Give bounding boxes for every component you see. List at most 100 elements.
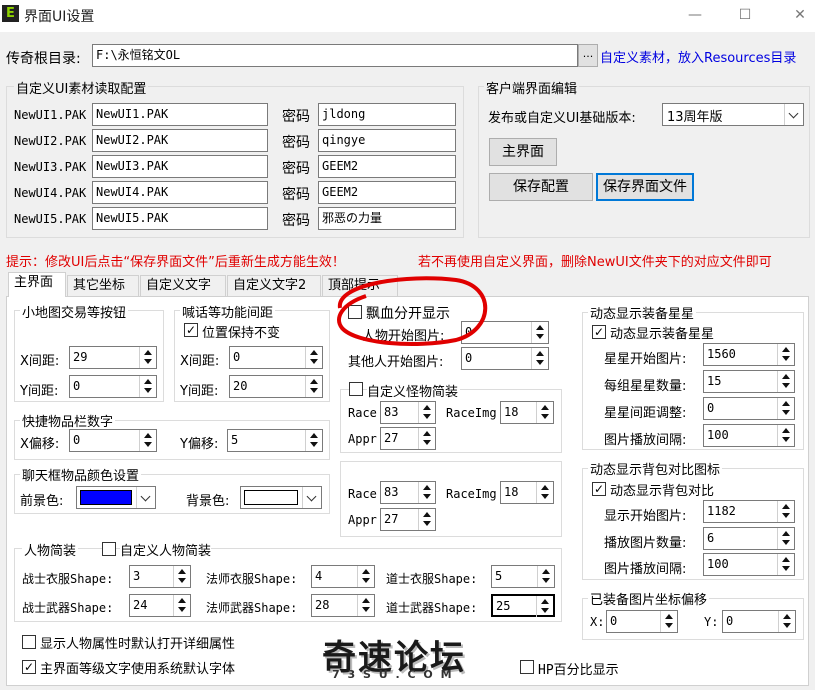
- offset-x-spinner[interactable]: 0: [606, 610, 678, 633]
- taoist-weapon-spinner[interactable]: 25: [491, 594, 555, 617]
- bg-color-select[interactable]: [240, 486, 322, 509]
- pak-file-input[interactable]: NewUI1.PAK: [92, 103, 268, 126]
- pak-password-input[interactable]: qingye: [318, 129, 456, 152]
- race-label: Race: [348, 406, 377, 420]
- spin-arrows-icon[interactable]: [777, 554, 794, 575]
- root-dir-input[interactable]: F:\永恒铭文OL: [92, 44, 578, 67]
- shout-x-value: 0: [233, 350, 241, 364]
- spin-arrows-icon[interactable]: [357, 595, 374, 616]
- warrior-weapon-value: 24: [133, 598, 148, 612]
- quick-x-spinner[interactable]: 0: [69, 429, 157, 452]
- race-spinner[interactable]: 83: [380, 401, 436, 424]
- spin-arrows-icon[interactable]: [139, 376, 156, 397]
- spin-arrows-icon[interactable]: [777, 501, 794, 522]
- spin-arrows-icon[interactable]: [777, 344, 794, 365]
- spin-arrows-icon[interactable]: [357, 566, 374, 587]
- star-start-spinner[interactable]: 1560: [703, 343, 795, 366]
- main-ui-button[interactable]: 主界面: [489, 138, 557, 166]
- spin-arrows-icon[interactable]: [536, 596, 553, 617]
- shout-x-spinner[interactable]: 0: [229, 346, 323, 369]
- spin-arrows-icon[interactable]: [173, 595, 190, 616]
- pak-file-input[interactable]: NewUI2.PAK: [92, 129, 268, 152]
- minimap-x-spinner[interactable]: 29: [69, 346, 157, 369]
- warrior-cloth-label: 战士衣服Shape:: [22, 572, 114, 586]
- mage-weapon-spinner[interactable]: 28: [311, 594, 375, 617]
- pak-password-input[interactable]: jldong: [318, 103, 456, 126]
- spin-arrows-icon[interactable]: [777, 528, 794, 549]
- bag-checkbox[interactable]: ✓: [592, 482, 606, 496]
- close-icon[interactable]: ✕: [785, 4, 815, 26]
- warrior-cloth-spinner[interactable]: 3: [129, 565, 191, 588]
- minimap-y-spinner[interactable]: 0: [69, 375, 157, 398]
- spin-arrows-icon[interactable]: [536, 402, 553, 423]
- spin-arrows-icon[interactable]: [139, 347, 156, 368]
- pak-file-input[interactable]: NewUI4.PAK: [92, 181, 268, 204]
- minimize-icon[interactable]: —: [680, 4, 710, 26]
- star-gap-spinner[interactable]: 0: [703, 397, 795, 420]
- spin-arrows-icon[interactable]: [660, 611, 677, 632]
- pak-file-input[interactable]: NewUI3.PAK: [92, 155, 268, 178]
- shout-title: 喊话等功能间距: [180, 302, 276, 321]
- spin-arrows-icon[interactable]: [531, 348, 548, 369]
- save-config-button[interactable]: 保存配置: [489, 173, 593, 201]
- bag-interval-spinner[interactable]: 100: [703, 553, 795, 576]
- offset-y-spinner[interactable]: 0: [722, 610, 796, 633]
- system-font-checkbox[interactable]: ✓: [22, 660, 36, 674]
- spin-arrows-icon[interactable]: [536, 482, 553, 503]
- spin-arrows-icon[interactable]: [139, 430, 156, 451]
- shout-y-spinner[interactable]: 20: [229, 375, 323, 398]
- spin-arrows-icon[interactable]: [777, 425, 794, 446]
- custom-person-checkbox[interactable]: [102, 542, 116, 556]
- tab-custom-text-2[interactable]: 自定义文字2: [227, 275, 321, 297]
- taoist-cloth-spinner[interactable]: 5: [491, 565, 555, 588]
- appr-spinner[interactable]: 27: [380, 427, 436, 450]
- spin-arrows-icon[interactable]: [777, 398, 794, 419]
- pak-password-input[interactable]: GEEM2: [318, 155, 456, 178]
- tab-other-coords[interactable]: 其它坐标: [67, 275, 139, 297]
- warrior-weapon-spinner[interactable]: 24: [129, 594, 191, 617]
- pak-password-label: 密码: [282, 135, 310, 151]
- spin-arrows-icon[interactable]: [531, 322, 548, 343]
- raceimg2-spinner[interactable]: 18: [500, 481, 554, 504]
- spin-arrows-icon[interactable]: [305, 347, 322, 368]
- star-count-spinner[interactable]: 15: [703, 370, 795, 393]
- minimap-x-label: X间距:: [20, 354, 60, 369]
- keep-position-checkbox[interactable]: ✓: [184, 323, 198, 337]
- fg-color-select[interactable]: [76, 486, 156, 509]
- stars-checkbox[interactable]: ✓: [592, 325, 606, 339]
- spin-arrows-icon[interactable]: [305, 430, 322, 451]
- fg-color-swatch: [80, 490, 132, 505]
- version-label: 发布或自定义UI基础版本:: [488, 111, 636, 126]
- maximize-icon[interactable]: ☐: [730, 4, 760, 26]
- spin-arrows-icon[interactable]: [305, 376, 322, 397]
- spin-arrows-icon[interactable]: [418, 509, 435, 530]
- spin-arrows-icon[interactable]: [777, 371, 794, 392]
- tab-custom-text[interactable]: 自定义文字: [140, 275, 226, 297]
- pak-group-title: 自定义UI素材读取配置: [14, 78, 149, 97]
- mage-cloth-spinner[interactable]: 4: [311, 565, 375, 588]
- version-select[interactable]: 13周年版: [662, 103, 804, 126]
- spin-arrows-icon[interactable]: [778, 611, 795, 632]
- bag-count-spinner[interactable]: 6: [703, 527, 795, 550]
- spin-arrows-icon[interactable]: [418, 482, 435, 503]
- detail-attr-checkbox[interactable]: [22, 635, 36, 649]
- bag-start-spinner[interactable]: 1182: [703, 500, 795, 523]
- race2-spinner[interactable]: 83: [380, 481, 436, 504]
- custom-monster-checkbox[interactable]: [349, 382, 363, 396]
- pak-password-input[interactable]: GEEM2: [318, 181, 456, 204]
- quick-y-spinner[interactable]: 5: [227, 429, 323, 452]
- appr2-spinner[interactable]: 27: [380, 508, 436, 531]
- raceimg-spinner[interactable]: 18: [500, 401, 554, 424]
- browse-button[interactable]: ...: [578, 44, 598, 67]
- star-interval-spinner[interactable]: 100: [703, 424, 795, 447]
- bag-start-value: 1182: [707, 504, 736, 518]
- pak-file-input[interactable]: NewUI5.PAK: [92, 207, 268, 230]
- spin-arrows-icon[interactable]: [418, 402, 435, 423]
- tab-main[interactable]: 主界面: [8, 272, 66, 297]
- hp-percent-checkbox[interactable]: [520, 660, 534, 674]
- save-ui-file-button[interactable]: 保存界面文件: [596, 173, 694, 201]
- spin-arrows-icon[interactable]: [537, 566, 554, 587]
- pak-password-input[interactable]: 邪恶の力量: [318, 207, 456, 230]
- spin-arrows-icon[interactable]: [173, 566, 190, 587]
- spin-arrows-icon[interactable]: [418, 428, 435, 449]
